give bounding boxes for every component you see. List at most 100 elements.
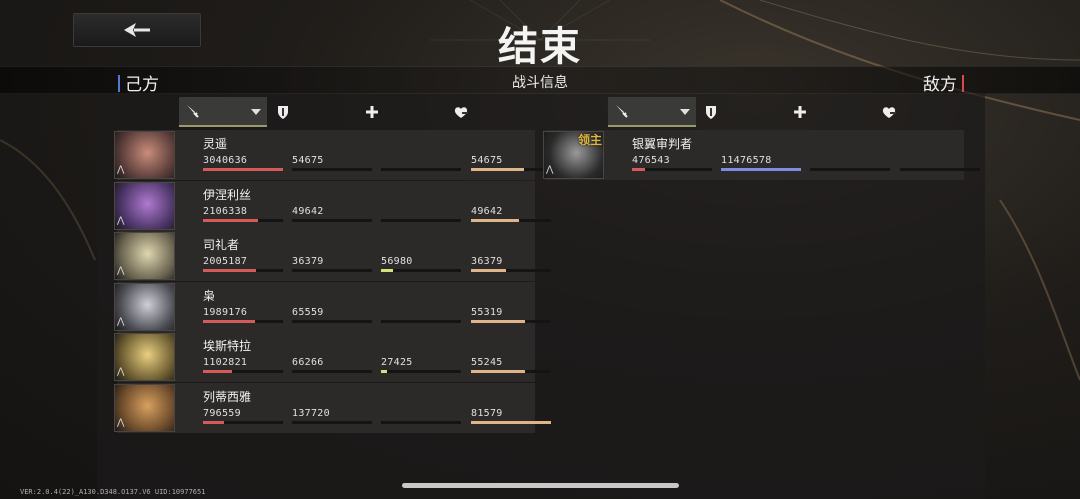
ally-name: 埃斯特拉 (203, 339, 252, 354)
chevron-down-icon (251, 109, 261, 115)
ally-damage-value: 1102821 (203, 357, 248, 369)
character-portrait[interactable]: ⋀ (114, 181, 175, 230)
ally-name: 枭 (203, 288, 216, 303)
shield-icon (703, 104, 719, 120)
enemy-block-bar (900, 168, 980, 171)
ally-heal-value: 56980 (381, 256, 413, 268)
sword-icon (185, 103, 201, 119)
shield-icon (275, 104, 291, 120)
battle-info-label: 战斗信息 (512, 75, 568, 91)
ally-block-bar-fill (471, 370, 525, 374)
ally-block-bar (471, 421, 551, 424)
character-portrait[interactable]: ⋀ (114, 333, 175, 382)
enemy-label: 敌方 (923, 70, 964, 95)
ally-damage-bar-fill (203, 421, 224, 424)
ally-damage-bar-fill (203, 319, 255, 323)
ally-sort-heal-tab[interactable] (358, 97, 446, 127)
ally-block-value: 55245 (471, 357, 503, 369)
ally-heal-bar (381, 218, 461, 222)
enemy-heal-bar (810, 168, 890, 171)
class-icon: ⋀ (117, 266, 125, 277)
character-portrait[interactable]: ⋀ (114, 282, 175, 331)
ally-damage-value: 3040636 (203, 155, 248, 166)
ally-damage-bar (203, 269, 283, 273)
ally-block-bar-fill (471, 168, 524, 171)
ally-block-bar (471, 218, 551, 222)
ally-damage-bar-fill (203, 269, 256, 273)
enemy-damage-bar (632, 168, 712, 171)
enemy-name: 银翼审判者 (632, 137, 693, 151)
ally-taken-value: 54675 (292, 155, 324, 166)
ally-sort-block-tab[interactable] (447, 97, 535, 127)
ally-name: 列蒂西雅 (203, 390, 252, 404)
enemy-sort-heal-tab[interactable] (786, 97, 874, 127)
ally-block-bar (471, 319, 551, 323)
ally-name: 灵遥 (203, 137, 228, 151)
ally-block-bar-fill (471, 269, 507, 273)
ally-name: 司礼者 (203, 238, 240, 253)
ally-damage-bar (203, 168, 283, 171)
ally-damage-bar (203, 370, 283, 374)
enemy-sort-block-tab[interactable] (875, 97, 963, 127)
character-portrait[interactable]: ⋀ (114, 232, 175, 281)
class-icon: ⋀ (117, 316, 125, 327)
ally-damage-bar-fill (203, 370, 232, 374)
ally-taken-bar (292, 269, 372, 273)
ally-name: 伊涅利丝 (203, 187, 252, 202)
plus-icon (364, 104, 380, 120)
ally-damage-bar-fill (203, 168, 283, 171)
ally-damage-bar (203, 319, 283, 323)
ally-damage-bar-fill (203, 218, 259, 222)
ally-damage-value: 1989176 (203, 306, 248, 318)
enemy-sort-damage-tab[interactable] (608, 97, 696, 127)
heart-shield-icon (453, 104, 469, 120)
ally-damage-bar (203, 218, 283, 222)
class-icon: ⋀ (117, 165, 125, 175)
ally-damage-bar (203, 421, 283, 424)
ally-heal-bar (381, 370, 461, 374)
enemy-sort-taken-tab[interactable] (697, 97, 785, 127)
ally-block-bar-fill (471, 218, 519, 222)
enemy-taken-bar-fill (721, 168, 801, 171)
ally-heal-bar-fill (381, 370, 388, 374)
ally-taken-bar (292, 168, 372, 171)
ally-taken-bar (292, 370, 372, 374)
ally-block-bar (471, 370, 551, 374)
ally-sort-damage-tab[interactable] (179, 97, 267, 127)
home-indicator[interactable] (402, 483, 679, 488)
ally-damage-value: 796559 (203, 408, 241, 419)
ally-block-bar (471, 269, 551, 273)
ally-damage-value: 2106338 (203, 205, 248, 217)
ally-taken-bar (292, 421, 372, 424)
ally-taken-value: 66266 (292, 357, 324, 369)
enemy-damage-value: 476543 (632, 155, 670, 166)
ally-block-bar (471, 168, 551, 171)
enemy-taken-value: 11476578 (721, 155, 772, 166)
ally-block-bar-fill (471, 421, 551, 424)
class-icon: ⋀ (117, 215, 125, 226)
ally-block-bar-fill (471, 319, 525, 323)
class-icon: ⋀ (546, 165, 554, 175)
ally-block-value: 36379 (471, 256, 503, 268)
ally-taken-bar (292, 218, 372, 222)
ally-heal-bar (381, 319, 461, 323)
ally-taken-bar (292, 319, 372, 323)
ally-heal-bar-fill (381, 269, 393, 273)
enemy-damage-bar-fill (632, 168, 645, 171)
ally-block-value: 54675 (471, 155, 503, 166)
character-portrait[interactable]: ⋀ (114, 384, 175, 432)
ally-heal-value: 27425 (381, 357, 413, 369)
chevron-down-icon (680, 109, 690, 115)
enemy-taken-bar (721, 168, 801, 171)
ally-heal-bar (381, 168, 461, 171)
ally-heal-bar (381, 421, 461, 424)
ally-taken-value: 36379 (292, 256, 324, 268)
ally-block-value: 55319 (471, 306, 503, 318)
heart-shield-icon (881, 104, 897, 120)
ally-taken-value: 137720 (292, 408, 330, 419)
version-text: VER:2.0.4(22)_A130.D348.O137.V6 UID:1097… (20, 488, 206, 496)
ally-taken-value: 65559 (292, 306, 324, 318)
class-icon: ⋀ (117, 367, 125, 378)
character-portrait[interactable]: ⋀ (114, 131, 175, 179)
ally-sort-taken-tab[interactable] (269, 97, 357, 127)
